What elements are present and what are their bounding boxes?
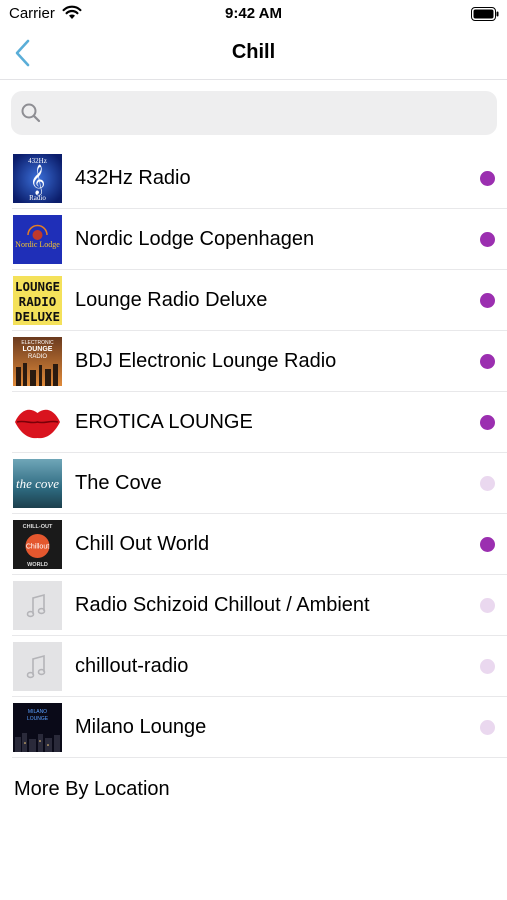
station-row-the-cove[interactable]: the cove The Cove (0, 453, 507, 514)
station-row-milano-lounge[interactable]: MILANO LOUNGE Milano Lounge (0, 697, 507, 758)
artwork-label: DELUXE (15, 309, 60, 324)
station-artwork: CHILL-OUT Chillout WORLD (13, 520, 62, 569)
station-name: chillout-radio (75, 655, 189, 677)
station-status-dot (480, 232, 495, 247)
station-name: BDJ Electronic Lounge Radio (75, 350, 337, 372)
treble-clef-icon: 𝄞 (30, 164, 45, 196)
battery-icon (471, 7, 499, 21)
station-row-bdj-electronic-lounge-radio[interactable]: ELECTRONIC LOUNGE RADIO BDJ Electronic L… (0, 331, 507, 392)
station-artwork: 432Hz 𝄞 Radio (13, 154, 62, 203)
artwork-label: Radio (29, 194, 46, 202)
station-row-chillout-radio[interactable]: chillout-radio (0, 636, 507, 697)
station-name: Nordic Lodge Copenhagen (75, 228, 315, 250)
artwork-label: RADIO (28, 354, 47, 360)
station-artwork: the cove (13, 459, 62, 508)
artwork-label: 432Hz (28, 157, 47, 165)
station-row-chill-out-world[interactable]: CHILL-OUT Chillout WORLD Chill Out World (0, 514, 507, 575)
station-status-dot (480, 720, 495, 735)
page-title: Chill (231, 41, 276, 63)
artwork-label: RADIO (19, 294, 57, 309)
station-list: 432Hz 𝄞 Radio 432Hz Radio Nordic Lodge N… (0, 148, 507, 758)
artwork-label: MILANO (28, 709, 47, 715)
station-name: Radio Schizoid Chillout / Ambient (75, 594, 370, 616)
more-by-location-link[interactable]: More By Location (14, 778, 170, 801)
station-name: The Cove (75, 472, 162, 494)
station-status-dot (480, 293, 495, 308)
station-row-erotica-lounge[interactable]: EROTICA LOUNGE (0, 392, 507, 453)
artwork-label: LOUNGE (15, 279, 60, 294)
station-row-432hz-radio[interactable]: 432Hz 𝄞 Radio 432Hz Radio (0, 148, 507, 209)
music-note-icon (13, 642, 62, 691)
station-artwork (13, 642, 62, 691)
artwork-label: Nordic Lodge (15, 240, 60, 249)
station-name: Lounge Radio Deluxe (75, 289, 268, 311)
station-row-nordic-lodge-copenhagen[interactable]: Nordic Lodge Nordic Lodge Copenhagen (0, 209, 507, 270)
navigation-bar: Chill (0, 28, 507, 80)
station-artwork: Nordic Lodge (13, 215, 62, 264)
station-artwork (13, 581, 62, 630)
station-status-dot (480, 598, 495, 613)
lips-icon (13, 398, 62, 447)
station-status-dot (480, 415, 495, 430)
search-icon (21, 103, 41, 123)
station-row-radio-schizoid[interactable]: Radio Schizoid Chillout / Ambient (0, 575, 507, 636)
artwork-label: the cove (16, 476, 59, 491)
artwork-label: Chillout (26, 544, 49, 551)
station-row-lounge-radio-deluxe[interactable]: LOUNGE RADIO DELUXE Lounge Radio Deluxe (0, 270, 507, 331)
search-field[interactable] (11, 91, 497, 137)
search-input[interactable] (51, 91, 495, 137)
clock: 9:42 AM (225, 5, 282, 22)
station-name: Chill Out World (75, 533, 210, 555)
station-name: 432Hz Radio (75, 167, 191, 189)
station-status-dot (480, 537, 495, 552)
music-note-icon (13, 581, 62, 630)
station-name: Milano Lounge (75, 716, 207, 738)
station-name: EROTICA LOUNGE (75, 411, 253, 433)
station-artwork (13, 398, 62, 447)
artwork-label: LOUNGE (23, 346, 53, 353)
artwork-label: WORLD (27, 562, 48, 568)
artwork-label: LOUNGE (27, 716, 49, 722)
station-status-dot (480, 476, 495, 491)
station-status-dot (480, 659, 495, 674)
station-artwork: LOUNGE RADIO DELUXE (13, 276, 62, 325)
station-artwork: ELECTRONIC LOUNGE RADIO (13, 337, 62, 386)
status-bar: Carrier 9:42 AM (0, 0, 507, 28)
station-artwork: MILANO LOUNGE (13, 703, 62, 752)
station-status-dot (480, 171, 495, 186)
artwork-label: CHILL-OUT (23, 524, 53, 530)
station-status-dot (480, 354, 495, 369)
